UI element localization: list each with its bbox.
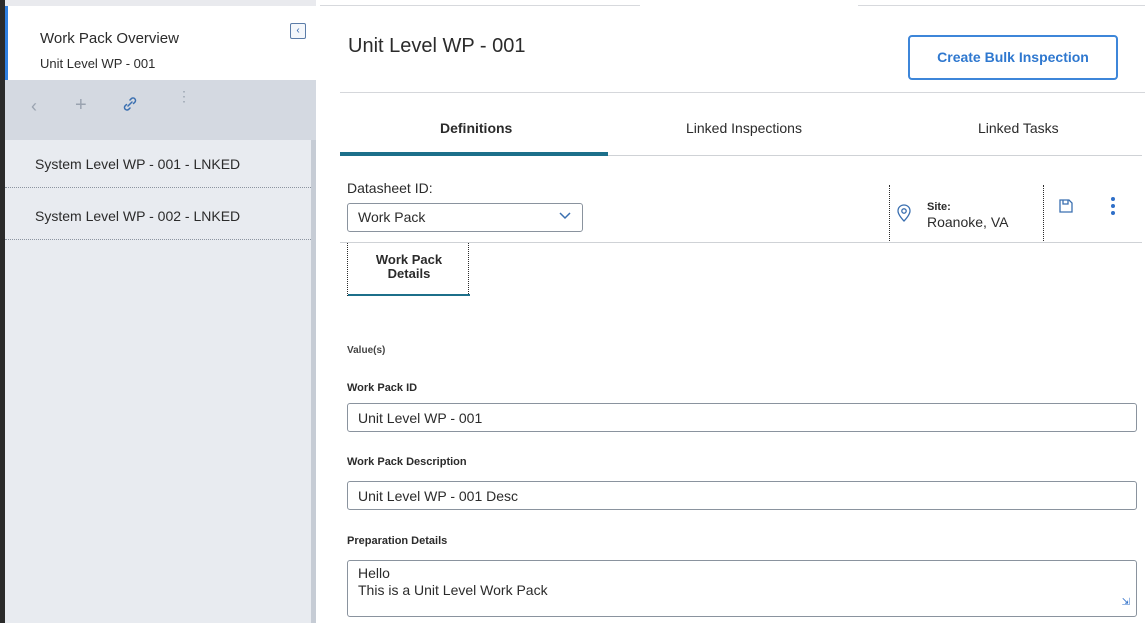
sidebar-toolbar: ‹ + ⋮ — [5, 80, 316, 140]
section-tab-line2: Details — [387, 266, 431, 281]
page-title: Unit Level WP - 001 — [348, 35, 526, 57]
work-pack-description-label: Work Pack Description — [347, 456, 467, 468]
back-icon[interactable]: ‹ — [31, 96, 37, 117]
left-panel: Work Pack Overview Unit Level WP - 001 ‹… — [0, 0, 316, 623]
selection-indicator — [5, 6, 8, 80]
top-divider — [858, 5, 1145, 6]
work-pack-id-field[interactable]: Unit Level WP - 001 — [347, 403, 1137, 432]
overview-subtitle: Unit Level WP - 001 — [40, 56, 156, 71]
preparation-details-label: Preparation Details — [347, 535, 448, 547]
header-divider — [340, 92, 1145, 93]
active-section-indicator — [348, 294, 470, 296]
list-item-label: System Level WP - 002 - LNKED — [35, 208, 241, 224]
site-label: Site: — [927, 201, 951, 213]
datasheet-selected-value: Work Pack — [358, 209, 426, 225]
chevron-left-icon: ‹ — [296, 25, 300, 36]
active-tab-indicator — [340, 152, 608, 156]
list-item[interactable]: System Level WP - 001 - LNKED — [5, 140, 311, 188]
list-item-label: System Level WP - 001 - LNKED — [35, 156, 241, 172]
list-item[interactable]: System Level WP - 002 - LNKED — [5, 192, 311, 240]
tab-work-pack-details[interactable]: Work Pack Details — [347, 243, 470, 296]
tab-linked-inspections[interactable]: Linked Inspections — [686, 120, 802, 136]
preparation-line: Hello — [358, 565, 390, 581]
work-pack-overview[interactable]: Work Pack Overview Unit Level WP - 001 ‹ — [5, 0, 316, 80]
section-tab-label: Work Pack Details — [348, 253, 470, 281]
separator — [1043, 185, 1044, 241]
tab-linked-tasks[interactable]: Linked Tasks — [978, 120, 1059, 136]
add-icon[interactable]: + — [75, 94, 87, 117]
preparation-details-field[interactable]: Hello This is a Unit Level Work Pack ⇲ — [347, 560, 1137, 617]
list-scrollbar[interactable] — [311, 140, 316, 623]
more-vertical-icon[interactable]: ⋮ — [177, 89, 191, 103]
section-tab-line1: Work Pack — [375, 252, 443, 267]
create-bulk-inspection-button[interactable]: Create Bulk Inspection — [908, 35, 1118, 80]
overview-title: Work Pack Overview — [40, 30, 179, 47]
datasheet-label: Datasheet ID: — [347, 180, 433, 196]
site-value: Roanoke, VA — [927, 214, 1009, 230]
more-options-icon[interactable] — [1110, 197, 1116, 217]
tab-definitions[interactable]: Definitions — [440, 120, 512, 136]
resize-handle-icon[interactable]: ⇲ — [1122, 594, 1130, 611]
collapse-panel-button[interactable]: ‹ — [290, 23, 306, 39]
work-pack-id-label: Work Pack ID — [347, 382, 418, 394]
top-divider — [320, 5, 640, 6]
location-pin-icon — [896, 204, 912, 222]
save-icon[interactable] — [1058, 198, 1074, 214]
separator — [889, 185, 890, 241]
work-pack-description-field[interactable]: Unit Level WP - 001 Desc — [347, 481, 1137, 510]
linked-work-pack-list: System Level WP - 001 - LNKED System Lev… — [5, 140, 311, 623]
preparation-line: This is a Unit Level Work Pack — [358, 582, 548, 598]
datasheet-select[interactable]: Work Pack — [347, 203, 583, 232]
values-heading: Value(s) — [347, 345, 386, 356]
link-icon[interactable] — [122, 96, 138, 117]
chevron-down-icon — [558, 208, 572, 225]
